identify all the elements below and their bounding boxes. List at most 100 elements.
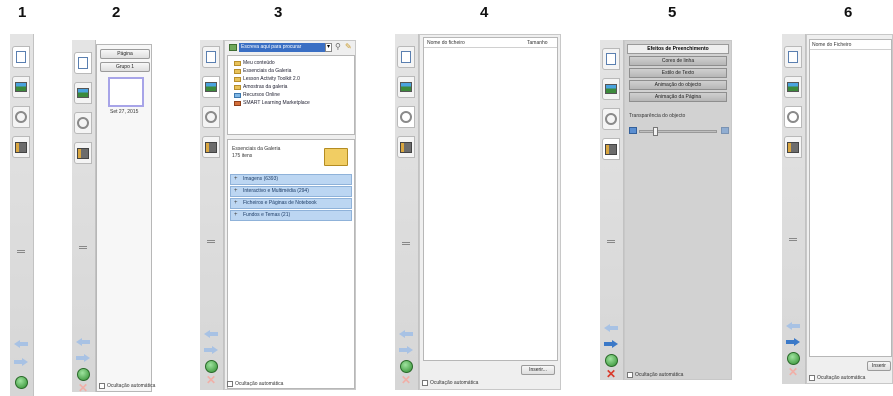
page-sorter-tab[interactable] (602, 48, 620, 70)
globe-icon[interactable] (400, 360, 413, 373)
insert-button[interactable]: Inserir (867, 361, 891, 371)
wand-icon[interactable]: ✎ (345, 42, 352, 51)
forward-arrow-icon[interactable] (604, 340, 618, 348)
globe-icon[interactable] (787, 352, 800, 365)
sidebar-tabs: ✕ (72, 40, 96, 394)
tree-item[interactable]: Amostras da galeria (234, 84, 287, 90)
page-sorter-tab[interactable] (202, 46, 220, 68)
globe-icon[interactable] (205, 360, 218, 373)
column-header-size[interactable]: Tamanho (527, 40, 548, 46)
delete-icon[interactable]: ✕ (77, 382, 89, 394)
column-header-name[interactable]: Nome do Ficheiro (812, 42, 851, 48)
forward-arrow-icon[interactable] (786, 338, 800, 346)
attachments-list[interactable]: Nome do ficheiro Tamanho (423, 37, 558, 361)
gallery-tab[interactable] (784, 76, 802, 98)
insert-button[interactable]: Inserir... (521, 365, 555, 375)
gallery-category[interactable]: Interactivo e Multimédia (294) (230, 186, 352, 197)
page-sorter-tab[interactable] (784, 46, 802, 68)
back-arrow-icon[interactable] (14, 340, 28, 348)
tree-item[interactable]: Lesson Activity Toolkit 2.0 (234, 76, 300, 82)
properties-tab[interactable] (12, 136, 30, 158)
search-icon[interactable]: ⚲ (335, 42, 341, 51)
attachments-tab[interactable] (397, 106, 415, 128)
gallery-tab[interactable] (202, 76, 220, 98)
delete-icon[interactable]: ✕ (205, 374, 217, 386)
page-icon (78, 57, 88, 69)
resize-grip[interactable] (17, 250, 25, 253)
properties-tab[interactable] (202, 136, 220, 158)
column-header-name[interactable]: Nome do ficheiro (427, 40, 465, 46)
properties-tab[interactable] (784, 136, 802, 158)
delete-icon[interactable]: ✕ (787, 366, 799, 378)
properties-tab[interactable] (397, 136, 415, 158)
fill-effects-title[interactable]: Efeitos de Preenchimento (627, 44, 729, 54)
gallery-home-icon[interactable] (229, 44, 237, 51)
resize-grip[interactable] (207, 240, 215, 243)
delete-icon[interactable]: ✕ (605, 368, 617, 380)
tree-item[interactable]: SMART Learning Marketplace (234, 100, 310, 106)
search-input[interactable]: Escreva aqui para procurar (239, 43, 325, 52)
back-arrow-icon[interactable] (604, 324, 618, 332)
resize-grip[interactable] (402, 242, 410, 245)
page-animation-button[interactable]: Animação da Página (629, 92, 727, 102)
auto-hide-checkbox[interactable] (227, 381, 233, 387)
resize-grip[interactable] (607, 240, 615, 243)
attachments-tab[interactable] (602, 108, 620, 130)
globe-icon[interactable] (605, 354, 618, 367)
globe-icon[interactable] (77, 368, 90, 381)
forward-arrow-icon[interactable] (204, 346, 218, 354)
text-style-button[interactable]: Estilo de Texto (629, 68, 727, 78)
resize-grip[interactable] (789, 238, 797, 241)
forward-arrow-icon[interactable] (76, 354, 90, 362)
transparency-slider[interactable] (639, 130, 717, 133)
tree-item[interactable]: Meu conteúdo (234, 60, 275, 66)
gallery-tree: Meu conteúdo Essenciais da Galeria Lesso… (227, 55, 355, 135)
attachments-tab[interactable] (74, 112, 92, 134)
page-thumbnail[interactable] (108, 77, 144, 107)
forward-arrow-icon[interactable] (399, 346, 413, 354)
page-sorter-tab[interactable] (397, 46, 415, 68)
auto-hide-checkbox[interactable] (422, 380, 428, 386)
sidebar-tabs: ✕ (782, 34, 806, 384)
add-page-button[interactable]: Página (100, 49, 150, 59)
page-sorter-tab[interactable] (74, 52, 92, 74)
attachment-icon (15, 111, 27, 123)
line-colors-button[interactable]: Cores de linha (629, 56, 727, 66)
gallery-tab[interactable] (602, 78, 620, 100)
group-button[interactable]: Grupo 1 (100, 62, 150, 72)
back-arrow-icon[interactable] (399, 330, 413, 338)
gallery-tab[interactable] (74, 82, 92, 104)
properties-tab[interactable] (74, 142, 92, 164)
forward-arrow-icon[interactable] (14, 358, 28, 366)
attachments-list[interactable]: Nome do Ficheiro (809, 39, 892, 357)
attachments-tab[interactable] (12, 106, 30, 128)
globe-icon[interactable] (15, 376, 28, 389)
sidebar-tabs: ✕ (600, 40, 624, 380)
attachments-tab[interactable] (202, 106, 220, 128)
properties-tab[interactable] (602, 138, 620, 160)
back-arrow-icon[interactable] (786, 322, 800, 330)
tree-item[interactable]: Essenciais da Galeria (234, 68, 291, 74)
transparency-high-icon (721, 127, 729, 134)
page-sorter-tab[interactable] (12, 46, 30, 68)
properties-panel: Efeitos de Preenchimento Cores de linha … (624, 40, 732, 380)
resize-grip[interactable] (79, 246, 87, 249)
properties-icon (787, 141, 799, 153)
back-arrow-icon[interactable] (204, 330, 218, 338)
gallery-tab[interactable] (397, 76, 415, 98)
gallery-category[interactable]: Imagens (6393) (230, 174, 352, 185)
gallery-folder-icon (324, 148, 348, 166)
gallery-category[interactable]: Fundos e Temas (21) (230, 210, 352, 221)
auto-hide-checkbox[interactable] (627, 372, 633, 378)
auto-hide-checkbox[interactable] (99, 383, 105, 389)
chevron-down-icon[interactable]: ▾ (325, 43, 332, 52)
tree-item[interactable]: Recursos Online (234, 92, 280, 98)
attachments-tab[interactable] (784, 106, 802, 128)
delete-icon[interactable]: ✕ (400, 374, 412, 386)
object-animation-button[interactable]: Animação do objecto (629, 80, 727, 90)
back-arrow-icon[interactable] (76, 338, 90, 346)
auto-hide-checkbox[interactable] (809, 375, 815, 381)
gallery-category[interactable]: Ficheiros e Páginas de Notebook (230, 198, 352, 209)
gallery-tab[interactable] (12, 76, 30, 98)
transparency-slider-thumb[interactable] (652, 127, 658, 136)
